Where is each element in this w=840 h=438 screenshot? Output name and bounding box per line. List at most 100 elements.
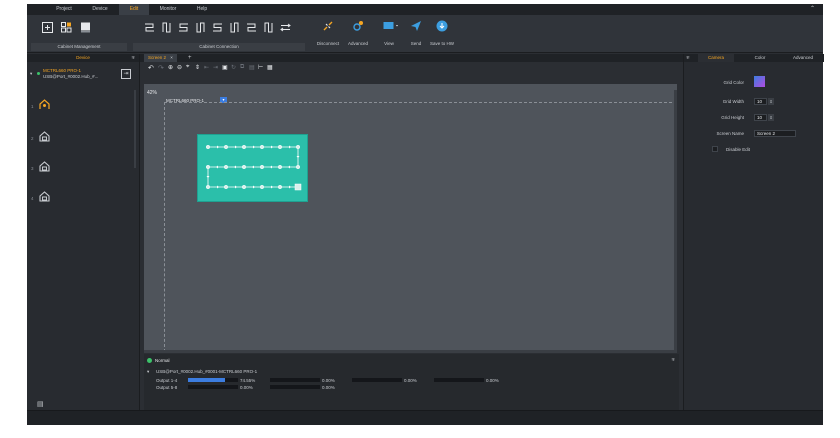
- menu-bar: Project Device Edit Monitor Help ⌃: [27, 4, 823, 15]
- advanced-label: Advanced: [347, 41, 368, 46]
- menu-project[interactable]: Project: [49, 4, 79, 15]
- status-expand-icon[interactable]: ▾: [147, 369, 149, 375]
- close-tab-icon[interactable]: ×: [170, 55, 173, 60]
- output-port-icon-2[interactable]: [39, 131, 50, 142]
- port-number-2: 2: [31, 136, 34, 141]
- connect-up-icon[interactable]: [194, 21, 206, 33]
- zoom-level: 42%: [147, 90, 158, 96]
- view-label: View: [384, 41, 394, 46]
- output-1-bar-4: [434, 378, 484, 382]
- disconnect-label: Disconnect: [316, 41, 340, 46]
- screen-name-input[interactable]: Screen 2: [754, 130, 796, 137]
- menu-device[interactable]: Device: [85, 4, 115, 15]
- grid-color-swatch[interactable]: [754, 76, 765, 87]
- actual-size-icon[interactable]: ⇕: [195, 64, 200, 71]
- cabinet-library-icon[interactable]: [79, 21, 91, 33]
- grid-height-input[interactable]: 10: [754, 114, 767, 121]
- grid-width-input[interactable]: 10: [754, 98, 767, 105]
- grid-color-label: Grid Color: [723, 80, 744, 85]
- connect-mirror-icon[interactable]: [211, 21, 223, 33]
- menu-edit[interactable]: Edit: [119, 4, 149, 15]
- fit-screen-icon[interactable]: ⌖: [186, 64, 189, 71]
- status-pin-icon[interactable]: ∓: [671, 357, 675, 363]
- tab-screen[interactable]: Screen 2 ×: [144, 54, 177, 62]
- properties-panel: ∓ Camera Color Advanced Grid Color Grid …: [683, 54, 824, 410]
- import-cabinet-icon[interactable]: [41, 21, 53, 33]
- zoom-out-icon[interactable]: ⊖: [177, 64, 182, 71]
- cabinet-connection-path: [205, 144, 302, 191]
- connection-order-icon[interactable]: ⊢: [258, 64, 263, 71]
- tab-color[interactable]: Color: [742, 54, 778, 62]
- device-panel-title: Device: [76, 55, 90, 60]
- align-center-icon[interactable]: ⇥: [213, 64, 218, 71]
- output-port-icon-4[interactable]: [39, 191, 50, 202]
- output-1-pct-3: 0.00%: [404, 378, 417, 383]
- status-text: Normal: [155, 358, 170, 363]
- screen-editor: Screen 2 × + ↶ ↷ ⊕ ⊖ ⌖ ⇕ ⇤ ⇥ ▣ ↻ ⧉ ▤ ⊢ ▦…: [140, 54, 683, 410]
- connect-column-reverse-icon[interactable]: [262, 21, 274, 33]
- select-icon[interactable]: ▣: [222, 64, 228, 71]
- zoom-in-icon[interactable]: ⊕: [168, 64, 173, 71]
- output-2-pct-1: 0.00%: [240, 385, 253, 390]
- collapse-icon[interactable]: ⌃: [810, 4, 815, 15]
- advanced-icon[interactable]: [351, 19, 365, 33]
- tab-camera[interactable]: Camera: [698, 54, 734, 62]
- edit-toolbar: ↶ ↷ ⊕ ⊖ ⌖ ⇕ ⇤ ⇥ ▣ ↻ ⧉ ▤ ⊢ ▦: [144, 64, 677, 73]
- pin-icon[interactable]: ∓: [131, 54, 135, 62]
- screenshot-icon[interactable]: ▦: [267, 64, 273, 71]
- connect-serpentine-icon[interactable]: [143, 21, 155, 33]
- paste-icon[interactable]: ▤: [249, 64, 255, 71]
- output-2-bar-2: [270, 385, 320, 389]
- connect-column-icon[interactable]: [228, 21, 240, 33]
- port-number-3: 3: [31, 166, 34, 171]
- trash-icon[interactable]: ▤: [37, 400, 44, 408]
- redo-icon[interactable]: ↷: [158, 64, 164, 72]
- output-row-2-label: Output 5-8: [156, 385, 178, 390]
- output-1-pct-1: 74.55%: [240, 378, 256, 383]
- properties-pin-icon[interactable]: ∓: [686, 54, 690, 62]
- send-icon[interactable]: [409, 19, 423, 33]
- output-port-icon-active[interactable]: [39, 99, 50, 110]
- cabinet-grid[interactable]: [197, 134, 308, 202]
- port-number-1: 1: [31, 104, 34, 109]
- grid-height-label: Grid Height: [721, 115, 744, 120]
- rotate-icon[interactable]: ↻: [231, 64, 236, 71]
- output-1-bar-3: [352, 378, 402, 382]
- connect-zigzag-icon[interactable]: [245, 21, 257, 33]
- device-export-icon[interactable]: ⇥: [121, 69, 131, 79]
- cabinet-config-icon[interactable]: [60, 21, 72, 33]
- disconnect-icon[interactable]: [321, 19, 335, 33]
- menu-monitor[interactable]: Monitor: [153, 4, 183, 15]
- undo-icon[interactable]: ↶: [148, 64, 154, 72]
- layout-canvas[interactable]: 42% MCTRL660 PRO-1 ▾: [144, 84, 677, 352]
- toolbar: Cabinet Management Cabinet Connection Di…: [27, 15, 823, 53]
- output-1-bar-1: [188, 378, 238, 382]
- cabinet-management-label: Cabinet Management: [31, 43, 127, 51]
- connect-vertical-icon[interactable]: [160, 21, 172, 33]
- tree-scrollbar[interactable]: [134, 90, 136, 168]
- disable-edit-label: Disable Edit: [726, 147, 751, 152]
- menu-help[interactable]: Help: [187, 4, 217, 15]
- screen-name-label: Screen Name: [716, 131, 744, 136]
- grid-height-spinner[interactable]: ⇕: [768, 114, 774, 121]
- device-name[interactable]: MCTRL660 PRO-1: [43, 68, 81, 73]
- canvas-h-scrollbar[interactable]: [144, 350, 677, 353]
- device-panel-header: Device ∓: [27, 54, 139, 62]
- output-port-icon-3[interactable]: [39, 161, 50, 172]
- tab-advanced[interactable]: Advanced: [784, 54, 822, 62]
- device-port: USB@Port_#0002.Hub_#...: [43, 74, 99, 79]
- grid-width-spinner[interactable]: ⇕: [768, 98, 774, 105]
- copy-icon[interactable]: ⧉: [240, 64, 244, 71]
- connect-reverse-icon[interactable]: [177, 21, 189, 33]
- connect-horizontal-icon[interactable]: [279, 21, 291, 33]
- port-number-4: 4: [31, 196, 34, 201]
- output-1-pct-2: 0.00%: [322, 378, 335, 383]
- save-to-hw-icon[interactable]: [435, 19, 449, 33]
- device-panel: Device ∓ ▾ MCTRL660 PRO-1 USB@Port_#0002…: [27, 54, 140, 410]
- view-icon[interactable]: [382, 19, 400, 33]
- app-window: Project Device Edit Monitor Help ⌃ Cabin…: [27, 4, 824, 425]
- disable-edit-checkbox[interactable]: [712, 146, 718, 152]
- canvas-scrollbar[interactable]: [674, 90, 677, 352]
- align-left-icon[interactable]: ⇤: [204, 64, 209, 71]
- add-tab-icon[interactable]: +: [188, 54, 192, 62]
